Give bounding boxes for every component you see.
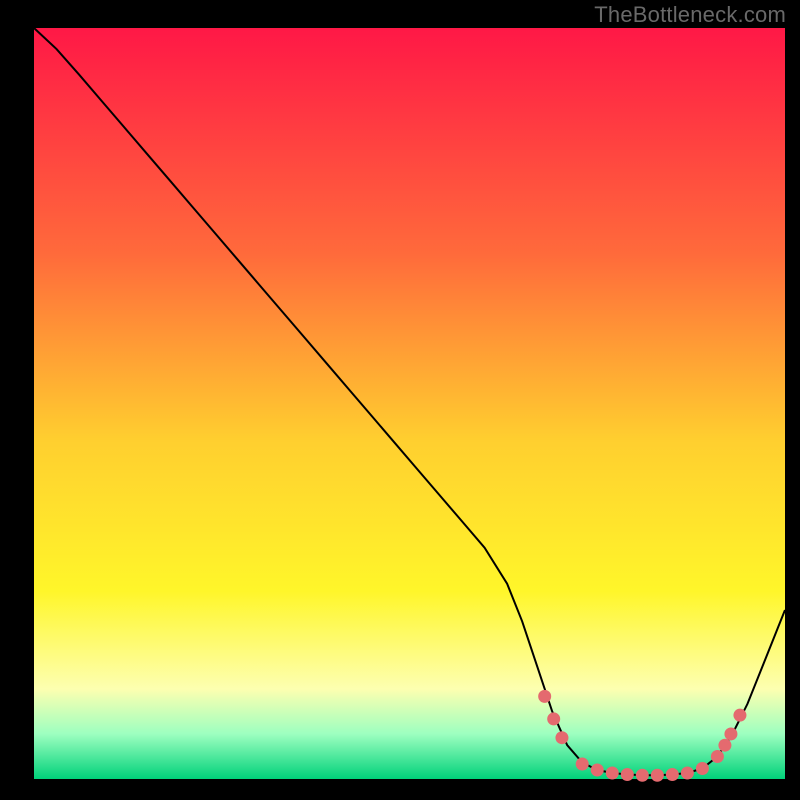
curve-marker xyxy=(724,727,737,740)
curve-marker xyxy=(651,769,664,782)
curve-marker xyxy=(621,768,634,781)
plot-background xyxy=(34,28,785,779)
curve-marker xyxy=(696,762,709,775)
curve-marker xyxy=(681,766,694,779)
plot-svg xyxy=(0,0,800,800)
curve-marker xyxy=(591,763,604,776)
curve-marker xyxy=(733,709,746,722)
curve-marker xyxy=(636,769,649,782)
curve-marker xyxy=(711,750,724,763)
curve-marker xyxy=(555,731,568,744)
curve-marker xyxy=(666,768,679,781)
watermark-text: TheBottleneck.com xyxy=(594,2,786,28)
curve-marker xyxy=(718,739,731,752)
curve-marker xyxy=(538,690,551,703)
chart-stage: TheBottleneck.com xyxy=(0,0,800,800)
curve-marker xyxy=(576,757,589,770)
curve-marker xyxy=(606,766,619,779)
curve-marker xyxy=(547,712,560,725)
